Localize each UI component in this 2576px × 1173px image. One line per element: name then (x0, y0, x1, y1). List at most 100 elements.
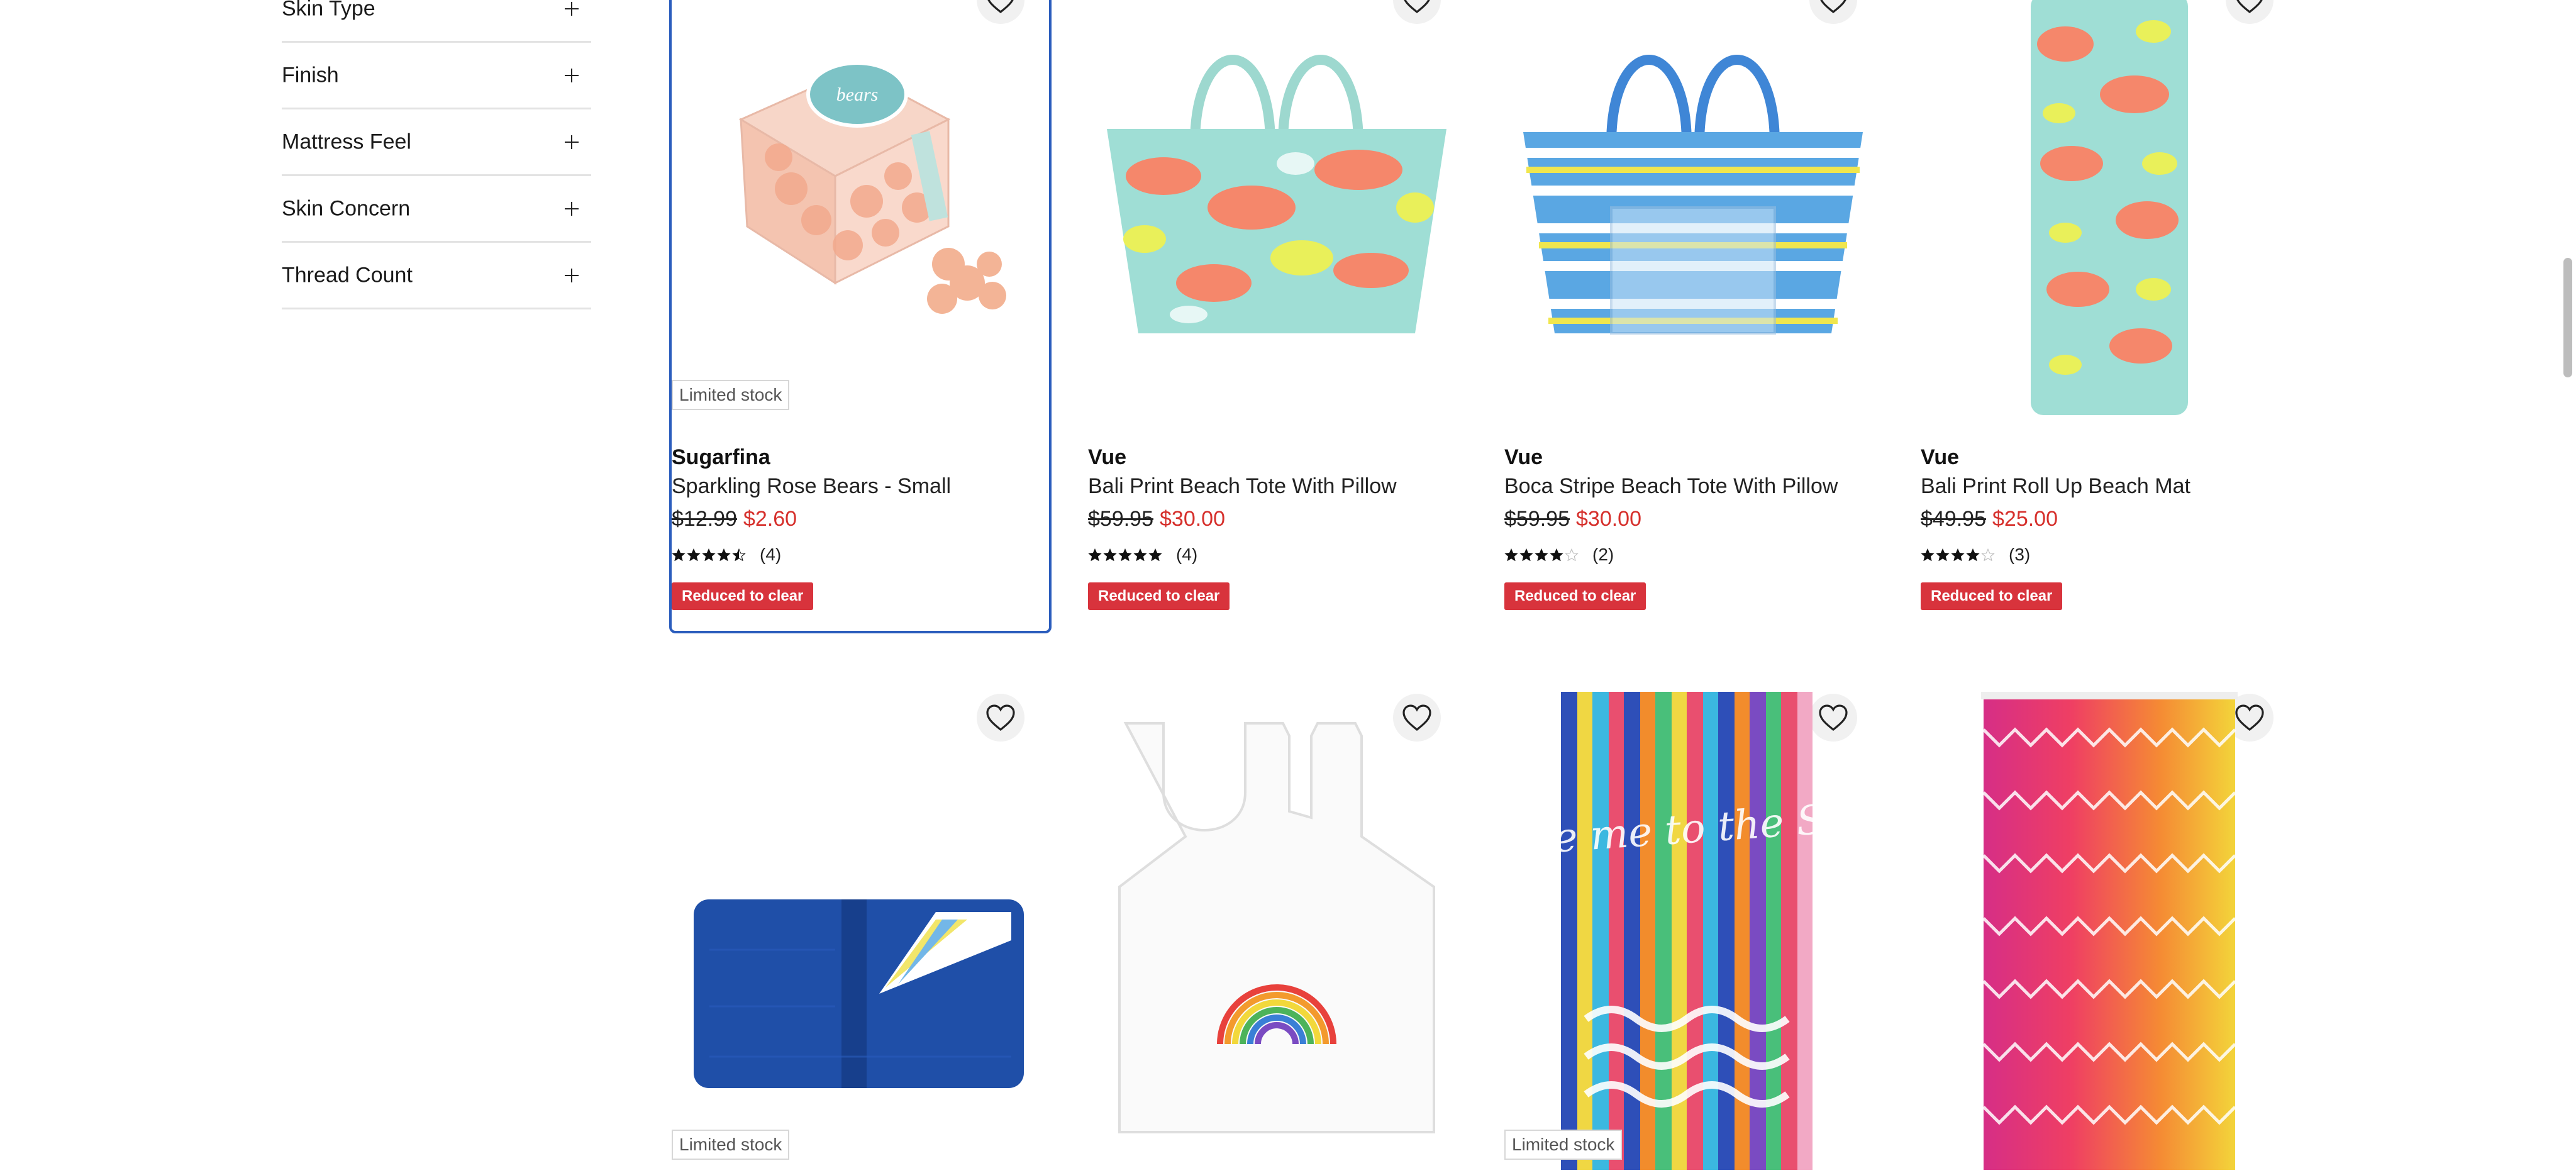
reduced-to-clear-badge: Reduced to clear (672, 582, 814, 610)
reduced-to-clear-badge: Reduced to clear (1088, 582, 1230, 610)
product-name[interactable]: Bali Print Roll Up Beach Mat (1921, 474, 2190, 499)
original-price: $59.95 (1088, 507, 1153, 531)
original-price: $12.99 (672, 507, 737, 531)
product-card[interactable]: Vue Bali Print Beach Tote With Pillow $5… (1088, 0, 1465, 631)
star-icon (1133, 548, 1147, 562)
limited-stock-tag: Limited stock (672, 1130, 790, 1160)
product-image[interactable] (1921, 692, 2298, 1170)
rating[interactable]: (3) (1921, 545, 2030, 565)
bali-tote-image (1107, 55, 1446, 333)
star-icon (717, 548, 731, 562)
star-rating (672, 548, 746, 562)
product-brand: Vue (1921, 445, 1960, 469)
product-card[interactable] (1088, 692, 1465, 1170)
product-image[interactable] (1921, 0, 2298, 421)
limited-stock-tag: Limited stock (672, 380, 790, 410)
star-icon (1921, 548, 1935, 562)
filter-label: Thread Count (282, 263, 413, 287)
product-brand: Vue (1504, 445, 1543, 469)
product-name[interactable]: Boca Stripe Beach Tote With Pillow (1504, 474, 1838, 499)
star-icon (1550, 548, 1563, 562)
star-icon (1088, 548, 1102, 562)
plus-icon (565, 268, 579, 282)
price-row: $49.95 $25.00 (1921, 507, 2058, 531)
star-icon (732, 548, 746, 562)
candy-cube-image: bears (738, 61, 1006, 314)
star-icon (1103, 548, 1117, 562)
star-icon (1951, 548, 1965, 562)
price-row: $59.95 $30.00 (1504, 507, 1641, 531)
beach-mat-image (2031, 0, 2188, 415)
bears-label: bears (836, 84, 879, 105)
product-card[interactable]: Vue Boca Stripe Beach Tote With Pillow $… (1504, 0, 1882, 631)
rating[interactable]: (2) (1504, 545, 1614, 565)
product-card[interactable]: Vue Bali Print Roll Up Beach Mat $49.95 $… (1921, 0, 2298, 631)
star-rating (1921, 548, 1995, 562)
star-icon (1936, 548, 1950, 562)
star-icon (1504, 548, 1518, 562)
review-count: (2) (1592, 545, 1614, 564)
product-name[interactable]: Bali Print Beach Tote With Pillow (1088, 474, 1397, 499)
filter-label: Skin Concern (282, 196, 411, 220)
product-brand: Vue (1088, 445, 1127, 469)
sale-price: $30.00 (1160, 507, 1225, 531)
product-image[interactable] (1088, 717, 1465, 1145)
heart-icon (1820, 0, 1846, 14)
page-scrollbar[interactable] (2563, 258, 2572, 377)
plus-icon (565, 1, 579, 16)
star-icon (1966, 548, 1980, 562)
heart-icon (1404, 0, 1430, 14)
star-icon (1565, 548, 1579, 562)
review-count: (4) (1176, 545, 1198, 564)
product-card[interactable]: bears Limited stock Sugarfina Sparkling … (669, 0, 1052, 633)
star-icon (1118, 548, 1132, 562)
product-name[interactable]: Sparkling Rose Bears - Small (672, 474, 951, 499)
plus-icon (565, 201, 579, 216)
star-icon (702, 548, 716, 562)
filter-label: Finish (282, 63, 339, 87)
star-icon (687, 548, 701, 562)
filter-mattress-feel[interactable]: Mattress Feel (282, 109, 591, 176)
star-icon (1148, 548, 1162, 562)
price-row: $59.95 $30.00 (1088, 507, 1225, 531)
product-image[interactable]: bears (672, 19, 1049, 409)
picnic-blanket-image (694, 899, 1024, 1088)
rating[interactable]: (4) (672, 545, 781, 565)
original-price: $59.95 (1504, 507, 1570, 531)
product-brand: Sugarfina (672, 445, 770, 469)
product-image[interactable] (1088, 19, 1465, 409)
plus-icon (565, 135, 579, 149)
beach-towel-image: take me to the SEA (1488, 692, 1884, 1170)
sale-price: $25.00 (1992, 507, 2058, 531)
reduced-to-clear-badge: Reduced to clear (1504, 582, 1646, 610)
star-icon (1519, 548, 1533, 562)
review-count: (4) (760, 545, 782, 564)
price-row: $12.99 $2.60 (672, 507, 797, 531)
star-icon (1981, 548, 1995, 562)
product-image[interactable] (1504, 19, 1882, 409)
heart-icon (987, 0, 1014, 14)
filter-thread-count[interactable]: Thread Count (282, 243, 591, 309)
filter-skin-type[interactable]: Skin Type (282, 0, 591, 43)
product-card[interactable]: take me to the SEA Limited stock (1488, 692, 1884, 1170)
product-card[interactable] (1921, 692, 2298, 1170)
limited-stock-tag: Limited stock (1504, 1130, 1623, 1160)
reduced-to-clear-badge: Reduced to clear (1921, 582, 2063, 610)
rainbow-tote-image (1118, 722, 1435, 1133)
review-count: (3) (2009, 545, 2031, 564)
product-card[interactable]: Limited stock (672, 692, 1049, 1170)
rating[interactable]: (4) (1088, 545, 1197, 565)
zigzag-towel-image (1981, 692, 2238, 1170)
filter-skin-concern[interactable]: Skin Concern (282, 176, 591, 243)
product-image[interactable]: take me to the SEA (1488, 692, 1884, 1170)
star-rating (1504, 548, 1579, 562)
plus-icon (565, 68, 579, 82)
sale-price: $2.60 (743, 507, 797, 531)
star-rating (1088, 548, 1162, 562)
filter-label: Mattress Feel (282, 130, 411, 153)
product-image[interactable] (672, 723, 1049, 1138)
star-icon (1535, 548, 1548, 562)
filter-finish[interactable]: Finish (282, 43, 591, 109)
star-icon (672, 548, 686, 562)
original-price: $49.95 (1921, 507, 1986, 531)
